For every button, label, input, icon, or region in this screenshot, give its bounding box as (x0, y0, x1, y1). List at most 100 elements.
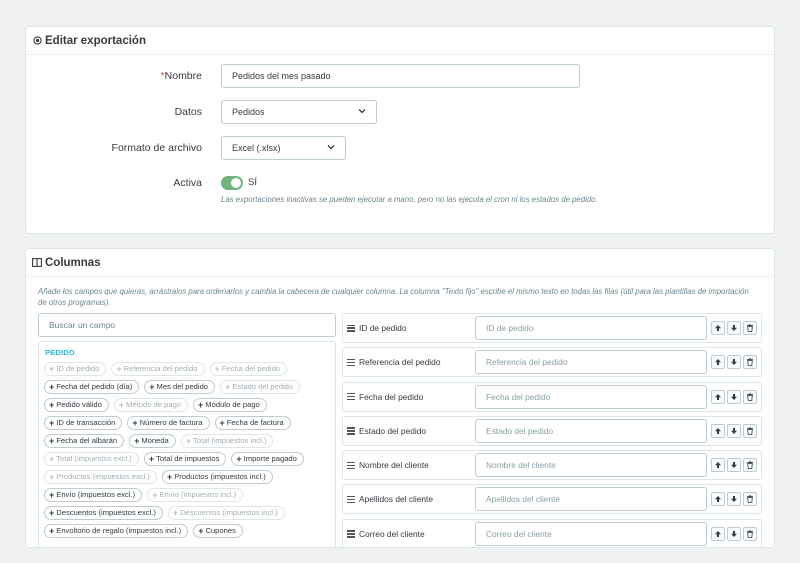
drag-handle-icon[interactable] (347, 392, 355, 402)
data-label: Datos (174, 106, 202, 118)
field-chip[interactable]: + Envío (impuestos excl.) (44, 488, 143, 502)
plus-icon: + (49, 436, 55, 446)
field-chip: + Descuentos (impuestos incl.) (167, 506, 285, 520)
trash-icon[interactable] (743, 458, 757, 473)
column-row[interactable]: Estado del pedido Estado del pedido (342, 415, 762, 446)
plus-icon: + (116, 364, 122, 374)
name-label-text: Nombre (164, 70, 202, 82)
arrow-up-icon[interactable] (711, 355, 725, 370)
field-chip[interactable]: + Moneda (129, 434, 176, 448)
arrow-up-icon[interactable] (711, 526, 725, 541)
field-chip[interactable]: + Fecha de factura (214, 416, 291, 430)
arrow-up-icon[interactable] (711, 458, 725, 473)
arrow-down-icon[interactable] (727, 423, 741, 438)
column-header-input[interactable]: Fecha del pedido (475, 384, 707, 409)
field-chip[interactable]: + Importe pagado (231, 452, 304, 466)
field-chip[interactable]: + Módulo de pago (193, 398, 267, 412)
drag-handle-icon[interactable] (347, 426, 355, 436)
active-toggle[interactable] (221, 176, 243, 190)
chevron-down-icon (327, 137, 335, 159)
trash-icon[interactable] (743, 492, 757, 507)
arrow-up-icon[interactable] (711, 321, 725, 335)
data-row: Datos Pedidos (26, 100, 774, 124)
arrow-up-icon[interactable] (711, 389, 725, 404)
plus-icon: + (49, 490, 55, 500)
arrow-down-icon[interactable] (727, 492, 741, 507)
arrow-down-icon[interactable] (727, 526, 741, 541)
column-row[interactable]: Nombre del cliente Nombre del cliente (342, 450, 762, 481)
column-row[interactable]: ID de pedido ID de pedido (342, 313, 762, 343)
arrow-up-icon[interactable] (711, 423, 725, 438)
field-chip-label: Total (impuestos incl.) (193, 436, 267, 445)
plus-icon: + (236, 454, 242, 464)
chevron-down-icon (358, 101, 366, 123)
column-header-input[interactable]: Nombre del cliente (475, 453, 707, 478)
trash-icon[interactable] (743, 526, 757, 541)
drag-handle-icon[interactable] (347, 323, 355, 333)
trash-icon[interactable] (743, 389, 757, 404)
column-row[interactable]: Apellidos del cliente Apellidos del clien… (342, 484, 762, 515)
field-chip-label: Total (impuestos excl.) (56, 454, 132, 463)
field-chip[interactable]: + Pedido válido (44, 398, 109, 412)
field-chip: + Referencia del pedido (111, 362, 205, 376)
drag-handle-icon[interactable] (347, 460, 355, 470)
field-chip-label: ID de transacción (56, 418, 116, 427)
field-chip[interactable]: + Envoltorio de regalo (impuestos incl.) (44, 524, 189, 538)
field-chip: + ID de pedido (44, 362, 107, 376)
arrow-down-icon[interactable] (727, 355, 741, 370)
field-chip-label: Moneda (141, 436, 169, 445)
arrow-up-icon[interactable] (711, 492, 725, 507)
name-input[interactable]: Pedidos del mes pasado (221, 64, 580, 88)
field-chip[interactable]: + Descuentos (impuestos excl.) (44, 506, 163, 520)
data-select[interactable]: Pedidos (221, 100, 377, 124)
field-chip: + Envío (impuestos incl.) (147, 488, 244, 502)
plus-icon: + (219, 418, 225, 428)
field-chip-label: Pedido válido (56, 400, 102, 409)
field-chip-label: Número de factura (139, 418, 203, 427)
plus-icon: + (49, 526, 55, 536)
field-chip[interactable]: + Fecha del albarán (44, 434, 125, 448)
column-header-input[interactable]: ID de pedido (475, 316, 707, 340)
field-chip[interactable]: + Mes del pedido (144, 380, 216, 394)
circle-dot-icon (32, 36, 42, 46)
column-row[interactable]: Correo del cliente Correo del cliente (342, 518, 762, 547)
column-header-input[interactable]: Correo del cliente (475, 521, 707, 546)
column-header-input[interactable]: Apellidos del cliente (475, 487, 707, 512)
field-chip-label: Fecha del pedido (221, 364, 281, 373)
field-chip: + Productos (impuestos excl.) (44, 470, 157, 484)
field-chip[interactable]: + Cupones (193, 524, 243, 538)
plus-icon: + (49, 454, 55, 464)
format-select[interactable]: Excel (.xlsx) (221, 136, 346, 160)
plus-icon: + (185, 436, 192, 446)
column-name: Fecha del pedido (359, 391, 424, 402)
columns-header: Columnas (26, 249, 774, 277)
field-chip[interactable]: + ID de transacción (44, 416, 123, 430)
field-search-input[interactable]: Buscar un campo (38, 313, 336, 337)
field-chip[interactable]: + Productos (impuestos incl.) (161, 470, 273, 484)
trash-icon[interactable] (743, 423, 757, 438)
trash-icon[interactable] (743, 321, 757, 335)
column-name: Referencia del pedido (359, 357, 441, 368)
column-row[interactable]: Fecha del pedido Fecha del pedido (342, 381, 762, 412)
arrow-down-icon[interactable] (727, 389, 741, 404)
toggle-knob (231, 178, 241, 188)
arrow-down-icon[interactable] (727, 321, 741, 335)
column-row[interactable]: Referencia del pedido Referencia del pedi… (342, 347, 762, 378)
drag-handle-icon[interactable] (347, 357, 355, 367)
trash-icon[interactable] (743, 355, 757, 370)
column-header-input[interactable]: Referencia del pedido (475, 350, 707, 375)
drag-handle-icon[interactable] (347, 529, 355, 539)
column-header-input[interactable]: Estado del pedido (475, 418, 707, 443)
column-actions (711, 492, 757, 507)
drag-handle-icon[interactable] (347, 494, 355, 504)
arrow-down-icon[interactable] (727, 458, 741, 473)
columns-title: Columnas (45, 256, 101, 269)
field-chip[interactable]: + Total de impuestos (143, 452, 227, 466)
field-chip[interactable]: + Número de factura (127, 416, 210, 430)
column-name: Apellidos del cliente (359, 494, 434, 505)
field-chip-label: Total de impuestos (156, 454, 220, 463)
name-label: *Nombre (161, 64, 202, 88)
plus-icon: + (148, 454, 155, 464)
column-actions (711, 526, 757, 541)
field-chip[interactable]: + Fecha del pedido (día) (44, 380, 140, 394)
